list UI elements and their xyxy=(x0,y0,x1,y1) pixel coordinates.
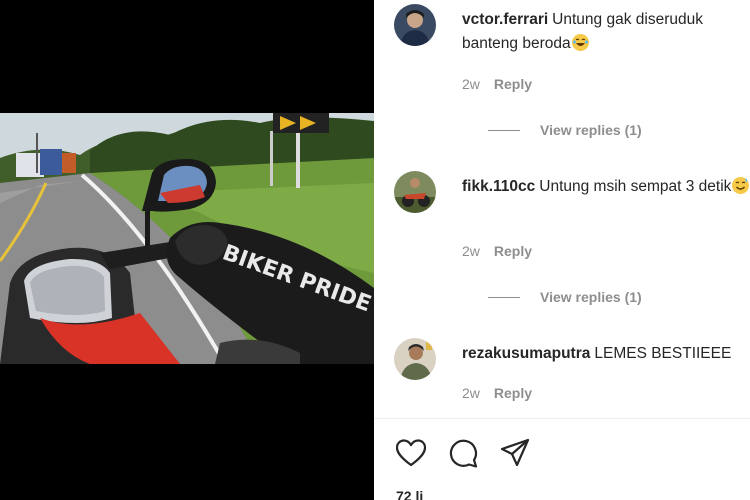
laughing-emoji-icon xyxy=(571,34,589,51)
comment-meta: 2w Reply xyxy=(462,385,532,401)
smiling-sweat-emoji-icon xyxy=(732,177,750,194)
avatar[interactable] xyxy=(394,338,436,380)
video-frame[interactable]: BIKER PRIDE xyxy=(0,113,374,364)
comment-meta: 2w Reply xyxy=(462,243,532,259)
divider-line xyxy=(488,129,520,131)
post-actions xyxy=(394,436,532,470)
view-replies-label[interactable]: View replies (1) xyxy=(540,289,642,305)
comment-username[interactable]: rezakusumaputra xyxy=(462,345,590,362)
comment-timestamp: 2w xyxy=(462,385,480,401)
reply-button[interactable]: Reply xyxy=(494,243,532,259)
send-icon xyxy=(500,438,530,467)
reply-button[interactable]: Reply xyxy=(494,76,532,92)
comment-body: LEMES BESTIIEEE xyxy=(594,345,732,362)
avatar[interactable] xyxy=(394,171,436,213)
view-replies-button[interactable]: View replies (1) xyxy=(488,122,642,138)
comment-meta: 2w Reply xyxy=(462,76,532,92)
view-replies-label[interactable]: View replies (1) xyxy=(540,122,642,138)
comment-text: fikk.110cc Untung msih sempat 3 detik xyxy=(462,175,750,199)
comment-username[interactable]: fikk.110cc xyxy=(462,178,535,195)
comment-button[interactable] xyxy=(446,436,480,470)
comment-body: Untung msih sempat 3 detik xyxy=(539,178,732,195)
divider-line xyxy=(488,296,520,298)
view-replies-button[interactable]: View replies (1) xyxy=(488,289,642,305)
post-media[interactable]: BIKER PRIDE xyxy=(0,0,374,500)
heart-icon xyxy=(396,439,426,467)
comment-timestamp: 2w xyxy=(462,76,480,92)
reply-button[interactable]: Reply xyxy=(494,385,532,401)
comment-text: rezakusumaputra LEMES BESTIIEEE xyxy=(462,342,750,366)
comment-icon xyxy=(449,439,478,468)
avatar[interactable] xyxy=(394,4,436,46)
motorcycle-video-still: BIKER PRIDE xyxy=(0,113,374,364)
comment-timestamp: 2w xyxy=(462,243,480,259)
comment-username[interactable]: vctor.ferrari xyxy=(462,11,548,28)
share-button[interactable] xyxy=(498,436,532,470)
divider xyxy=(374,418,750,419)
like-button[interactable] xyxy=(394,436,428,470)
comments-panel: vctor.ferrari Untung gak diseruduk banten… xyxy=(374,0,750,500)
comment-text: vctor.ferrari Untung gak diseruduk banten… xyxy=(462,8,750,56)
likes-count[interactable]: 72 li xyxy=(396,488,423,500)
